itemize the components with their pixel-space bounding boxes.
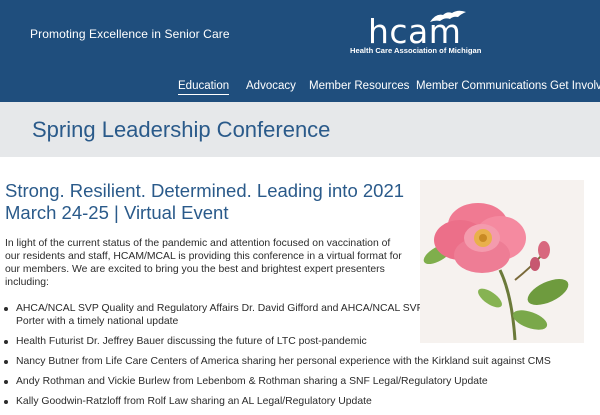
nav-item-member-communications[interactable]: Member Communications: [416, 80, 547, 92]
main-nav: Education Advocacy Member Resources Memb…: [0, 80, 600, 102]
page-title-bar: Spring Leadership Conference: [0, 102, 600, 157]
headline-line-1: Strong. Resilient. Determined. Leading i…: [5, 180, 405, 201]
hcam-logo[interactable]: hcam Health Care Association of Michigan: [350, 8, 530, 60]
nav-item-get-involved[interactable]: Get Involved: [550, 80, 600, 92]
site-header: Promoting Excellence in Senior Care hcam…: [0, 0, 600, 102]
list-item: Kally Goodwin-Ratzloff from Rolf Law sha…: [0, 395, 560, 408]
logo-subtitle: Health Care Association of Michigan: [350, 46, 482, 55]
list-item: Andy Rothman and Vickie Burlew from Lebe…: [0, 375, 560, 388]
intro-paragraph: In light of the current status of the pa…: [5, 238, 402, 288]
nav-item-advocacy[interactable]: Advocacy: [246, 80, 296, 92]
nav-item-member-resources[interactable]: Member Resources: [309, 80, 409, 92]
headline-line-2: March 24-25 | Virtual Event: [5, 202, 229, 223]
page-title: Spring Leadership Conference: [32, 117, 331, 142]
event-headline: Strong. Resilient. Determined. Leading i…: [5, 180, 425, 224]
list-item: Nancy Butner from Life Care Centers of A…: [0, 355, 560, 368]
nav-item-education[interactable]: Education: [178, 80, 230, 95]
site-tagline: Promoting Excellence in Senior Care: [30, 27, 230, 41]
pink-rose-photo: [420, 180, 584, 343]
